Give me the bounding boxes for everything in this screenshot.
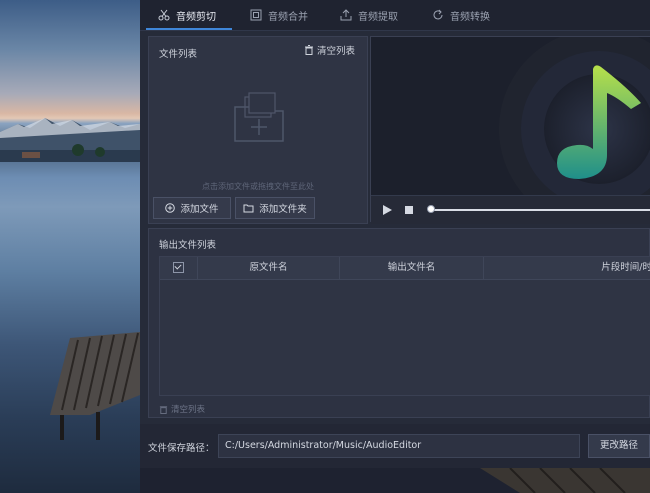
tab-label: 音频合并 [268, 11, 308, 23]
wooden-dock-image [50, 332, 140, 440]
save-path-label: 文件保存路径： [148, 443, 215, 454]
active-tab-indicator [146, 28, 232, 30]
folder-icon [243, 204, 254, 213]
trash-icon [159, 405, 168, 414]
tab-audio-extract[interactable]: 音频提取 [340, 0, 398, 30]
player-visual [371, 37, 650, 195]
tab-audio-convert[interactable]: 音频转换 [432, 0, 490, 30]
clear-output-label: 清空列表 [171, 405, 206, 415]
file-list-panel: 文件列表 清空列表 点击添加文件或拖拽文件至此处 添加文件 添加文件夹 [148, 36, 368, 224]
output-table: 原文件名 输出文件名 片段时间/时 [159, 256, 650, 396]
add-folder-button[interactable]: 添加文件夹 [235, 197, 315, 219]
save-path-bar: 文件保存路径： C:/Users/Administrator/Music/Aud… [140, 424, 650, 468]
merge-icon [250, 9, 262, 21]
drop-hint-text: 点击添加文件或拖拽文件至此处 [202, 182, 314, 191]
scissors-icon [158, 9, 170, 21]
tab-label: 音频提取 [358, 11, 398, 23]
save-path-field[interactable]: C:/Users/Administrator/Music/AudioEditor [218, 434, 580, 458]
tab-audio-cut[interactable]: 音频剪切 [146, 0, 232, 30]
column-header-output: 输出文件名 [340, 257, 484, 279]
music-note-icon [499, 37, 650, 195]
file-drop-area[interactable]: 点击添加文件或拖拽文件至此处 [149, 65, 367, 195]
tab-bar: 音频剪切 音频合并 音频提取 音频转换 [140, 0, 650, 31]
select-all-checkbox[interactable] [160, 257, 198, 279]
clear-list-label: 清空列表 [316, 46, 355, 57]
refresh-icon [433, 9, 443, 20]
tab-audio-merge[interactable]: 音频合并 [250, 0, 308, 30]
table-header: 原文件名 输出文件名 片段时间/时 [160, 257, 650, 280]
change-path-button[interactable]: 更改路径 [588, 434, 650, 458]
add-file-label: 添加文件 [180, 204, 219, 215]
background-strip [140, 468, 650, 493]
progress-track[interactable] [431, 209, 650, 211]
wallpaper-strip-image [140, 468, 650, 493]
column-header-source: 原文件名 [198, 257, 340, 279]
audio-editor-window: 音频剪切 音频合并 音频提取 音频转换 文件列表 清空列表 点击添加文件或拖拽文… [140, 0, 650, 493]
upload-icon [340, 9, 352, 21]
mountains-image [0, 118, 140, 162]
add-folder-label: 添加文件夹 [259, 204, 307, 215]
trash-icon [304, 45, 313, 55]
progress-knob[interactable] [427, 205, 435, 213]
output-file-list-panel: 输出文件列表 原文件名 输出文件名 片段时间/时 清空列表 [148, 228, 650, 418]
desktop-wallpaper [0, 0, 140, 493]
clear-list-button[interactable]: 清空列表 [304, 43, 355, 57]
output-list-title: 输出文件列表 [159, 240, 217, 251]
add-folder-icon [234, 92, 284, 142]
clear-output-list-button[interactable]: 清空列表 [159, 403, 205, 415]
plus-circle-icon [165, 203, 176, 213]
stop-icon[interactable] [403, 204, 415, 216]
add-file-button[interactable]: 添加文件 [153, 197, 231, 219]
play-icon[interactable] [381, 204, 393, 216]
tab-label: 音频剪切 [176, 11, 216, 23]
file-list-title: 文件列表 [159, 49, 198, 60]
player-controls [371, 195, 650, 224]
checkbox-icon [173, 262, 184, 273]
column-header-duration: 片段时间/时 [601, 262, 650, 273]
audio-player [370, 36, 650, 224]
tab-label: 音频转换 [450, 11, 490, 23]
